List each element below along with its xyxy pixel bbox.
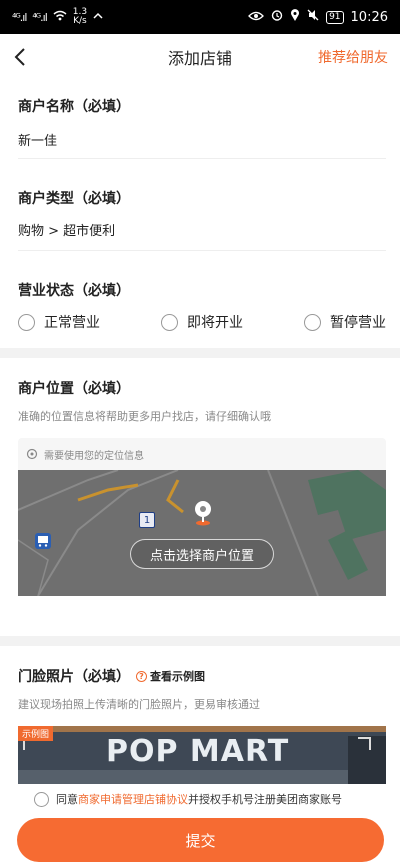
map-background bbox=[18, 470, 386, 596]
agreement-bar: 同意商家申请管理店铺协议并授权手机号注册美团商家账号 bbox=[0, 784, 400, 814]
photo-label: 门脸照片（必填） bbox=[18, 669, 130, 685]
wifi-icon bbox=[53, 10, 67, 24]
agreement-prefix: 同意 bbox=[56, 793, 78, 806]
submit-area: 提交 bbox=[0, 814, 400, 867]
merchant-type-label: 商户类型（必填） bbox=[18, 191, 130, 207]
merchant-name-label: 商户名称（必填） bbox=[18, 99, 130, 115]
photo-hint: 建议现场拍照上传清晰的门脸照片，更易审核通过 bbox=[18, 698, 260, 711]
location-tip-text: 需要使用您的定位信息 bbox=[44, 450, 144, 462]
business-status-label: 营业状态（必填） bbox=[18, 283, 130, 299]
network-speed: 1.3 K/s bbox=[73, 8, 87, 26]
map-marker-number: 1 bbox=[139, 512, 155, 528]
example-tag: 示例图 bbox=[18, 726, 54, 741]
network-speed-unit: K/s bbox=[73, 16, 87, 26]
location-icon bbox=[290, 8, 300, 26]
bus-stop-icon bbox=[35, 533, 51, 549]
merchant-type-field: 商户类型（必填） bbox=[18, 188, 386, 208]
alarm-icon bbox=[271, 9, 283, 25]
radio-circle-icon bbox=[161, 313, 178, 331]
radio-circle-icon bbox=[18, 313, 35, 331]
locate-icon bbox=[26, 448, 38, 460]
radio-circle-icon bbox=[304, 313, 321, 331]
back-arrow-icon bbox=[14, 48, 25, 66]
signal-icon-2: ⁴ᴳ.ıl bbox=[32, 10, 47, 24]
status-option-label: 暂停营业 bbox=[330, 315, 386, 331]
location-permission-tip[interactable]: 需要使用您的定位信息 bbox=[18, 438, 386, 470]
agreement-text: 同意商家申请管理店铺协议并授权手机号注册美团商家账号 bbox=[56, 791, 342, 807]
basic-info-section: 商户名称（必填） 新一佳 商户类型（必填） 购物 > 超市便利 营业状态（必填）… bbox=[0, 80, 400, 348]
notification-icon bbox=[93, 10, 103, 24]
merchant-type-selector[interactable]: 购物 > 超市便利 bbox=[18, 220, 386, 239]
photo-label-row: 门脸照片（必填） ? 查看示例图 bbox=[18, 666, 205, 686]
view-example-link[interactable]: ? 查看示例图 bbox=[136, 668, 205, 684]
status-option-label: 正常营业 bbox=[44, 315, 100, 331]
back-button[interactable] bbox=[0, 34, 40, 80]
map-preview[interactable]: 1 点击选择商户位置 bbox=[18, 470, 386, 596]
status-option-opening-soon[interactable]: 即将开业 bbox=[161, 312, 243, 332]
location-section: 商户位置（必填） 准确的位置信息将帮助更多用户找店，请仔细确认哦 需要使用您的定… bbox=[0, 358, 400, 636]
status-option-label: 即将开业 bbox=[187, 315, 243, 331]
agreement-checkbox[interactable] bbox=[34, 791, 49, 807]
select-location-button[interactable]: 点击选择商户位置 bbox=[130, 539, 274, 569]
agreement-suffix: 并授权手机号注册美团商家账号 bbox=[188, 793, 342, 806]
merchant-name-value: 新一佳 bbox=[18, 134, 58, 149]
mute-icon bbox=[307, 9, 319, 25]
divider bbox=[18, 158, 386, 159]
battery-indicator: 91 bbox=[326, 10, 344, 24]
location-pin-icon bbox=[195, 501, 211, 526]
signal-icon: ⁴ᴳ.ıl bbox=[12, 10, 27, 24]
submit-button[interactable]: 提交 bbox=[17, 818, 384, 862]
clock: 10:26 bbox=[350, 9, 388, 25]
status-option-paused[interactable]: 暂停营业 bbox=[304, 312, 386, 332]
merchant-type-value: 购物 > 超市便利 bbox=[18, 224, 116, 239]
nav-bar: 添加店铺 推荐给朋友 bbox=[0, 34, 400, 80]
agreement-link[interactable]: 商家申请管理店铺协议 bbox=[78, 793, 188, 806]
status-option-normal[interactable]: 正常营业 bbox=[18, 312, 100, 332]
question-icon: ? bbox=[136, 670, 147, 682]
merchant-name-input[interactable]: 新一佳 bbox=[18, 130, 386, 149]
business-status-field: 营业状态（必填） bbox=[18, 280, 386, 300]
location-label: 商户位置（必填） bbox=[18, 381, 130, 397]
view-example-text: 查看示例图 bbox=[150, 670, 205, 683]
location-field: 商户位置（必填） bbox=[18, 378, 386, 398]
eye-icon bbox=[248, 10, 264, 25]
divider bbox=[18, 250, 386, 251]
example-brand-text: POP MART bbox=[106, 734, 290, 769]
status-bar: ⁴ᴳ.ıl ⁴ᴳ.ıl 1.3 K/s 91 10:26 bbox=[0, 0, 400, 34]
business-status-options: 正常营业 即将开业 暂停营业 bbox=[18, 312, 386, 332]
location-hint: 准确的位置信息将帮助更多用户找店，请仔细确认哦 bbox=[18, 410, 271, 423]
merchant-name-field: 商户名称（必填） bbox=[18, 96, 386, 116]
recommend-to-friend-button[interactable]: 推荐给朋友 bbox=[318, 47, 388, 67]
